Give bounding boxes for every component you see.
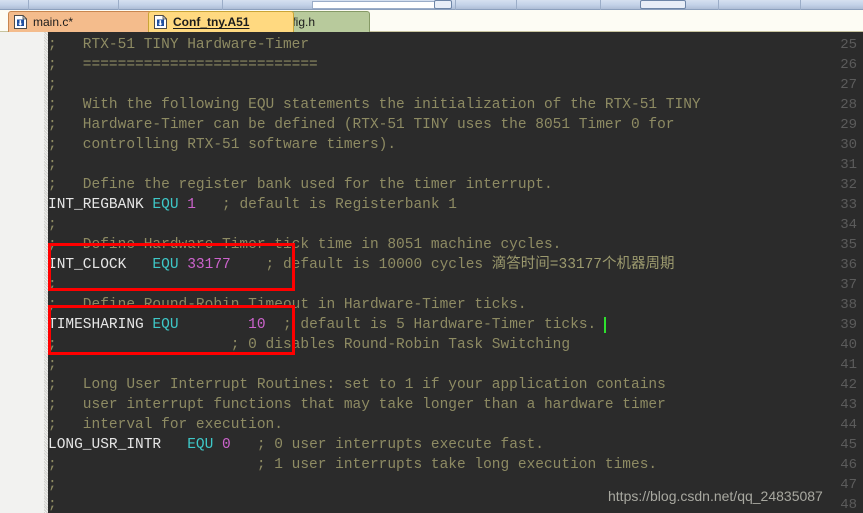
watermark-text: https://blog.csdn.net/qq_24835087	[608, 488, 823, 504]
code-token-comment: ; user interrupt functions that may take…	[48, 397, 666, 413]
code-token-comment: ; Define Hardware-Timer tick time in 805…	[48, 237, 562, 253]
code-token-comment: ; With the following EQU statements the …	[48, 97, 701, 113]
toolbar-separator	[455, 0, 456, 10]
code-token-comment: ; Long User Interrupt Routines: set to 1…	[48, 377, 666, 393]
code-line[interactable]: ; ===========================	[48, 55, 318, 75]
code-line[interactable]: ; Define Round-Robin Timeout in Hardware…	[48, 295, 527, 315]
code-token-comment: ;	[48, 277, 57, 293]
code-token-keyword: EQU	[152, 197, 179, 213]
code-token-number: 1	[187, 197, 196, 213]
code-line[interactable]: ; ; 0 disables Round-Robin Task Switchin…	[48, 335, 570, 355]
code-token-symbol: LONG_USR_INTR	[48, 437, 188, 453]
code-token-symbol: INT_REGBANK	[48, 197, 153, 213]
code-line[interactable]: ;	[48, 495, 57, 513]
code-line[interactable]: ;	[48, 75, 57, 95]
code-token-keyword: EQU	[152, 317, 179, 333]
toolbar-separator	[600, 0, 601, 10]
code-token-keyword: EQU	[187, 437, 214, 453]
code-token-keyword: EQU	[152, 257, 179, 273]
line-number-gutter	[0, 32, 44, 513]
code-token-comment: ; interval for execution.	[48, 417, 283, 433]
toolbar-dropdown-button[interactable]	[434, 0, 452, 9]
code-line[interactable]: ; Define the register bank used for the …	[48, 175, 553, 195]
code-line[interactable]: ; interval for execution.	[48, 415, 283, 435]
code-token-comment: ; Define Round-Robin Timeout in Hardware…	[48, 297, 527, 313]
code-token-chinese: 滴答时间=33177个机器周期	[491, 257, 675, 273]
code-token-number: 33177	[187, 257, 231, 273]
toolbar-strip	[0, 0, 863, 10]
code-token-comment: ;	[48, 77, 57, 93]
code-token-comment: ; 0 user interrupts execute fast.	[230, 437, 545, 453]
code-token-comment: ; default is 10000 cycles	[230, 257, 492, 273]
code-token-number: 0	[222, 437, 231, 453]
toolbar-separator	[222, 0, 223, 10]
code-token-comment: ;	[48, 357, 57, 373]
tab-conf-tny-a51[interactable]: Conf_tny.A51	[148, 11, 294, 32]
toolbar-separator	[800, 0, 801, 10]
code-line[interactable]: LONG_USR_INTR EQU 0 ; 0 user interrupts …	[48, 435, 544, 455]
code-line[interactable]: ; Define Hardware-Timer tick time in 805…	[48, 235, 561, 255]
code-token-comment: ; ; 1 user interrupts take long executio…	[48, 457, 658, 473]
code-line[interactable]: ;	[48, 275, 57, 295]
code-line[interactable]: ; ; 1 user interrupts take long executio…	[48, 455, 657, 475]
tab-label: Conf_tny.A51	[173, 15, 250, 29]
code-token-symbol: TIMESHARING	[48, 317, 153, 333]
code-token-comment: ; ===========================	[48, 57, 318, 73]
assembly-source-file-icon	[154, 14, 168, 29]
toolbar-separator	[28, 0, 29, 10]
code-line[interactable]: INT_CLOCK EQU 33177 ; default is 10000 c…	[48, 255, 675, 275]
code-token-comment: ; Define the register bank used for the …	[48, 177, 553, 193]
code-line[interactable]: ;	[48, 355, 57, 375]
code-line[interactable]: ;	[48, 475, 57, 495]
tab-main-c[interactable]: main.c*	[8, 11, 170, 32]
code-line[interactable]: ;	[48, 155, 57, 175]
code-line[interactable]: ; Hardware-Timer can be defined (RTX-51 …	[48, 115, 675, 135]
code-token-comment: ; default is 5 Hardware-Timer ticks.	[265, 317, 597, 333]
code-token-comment: ;	[48, 497, 57, 513]
code-token-comment: ;	[48, 157, 57, 173]
text-caret	[604, 317, 606, 333]
toolbar-separator	[118, 0, 119, 10]
toolbar-combo-box[interactable]	[640, 0, 686, 9]
toolbar-separator	[516, 0, 517, 10]
code-token-comment: ; ; 0 disables Round-Robin Task Switchin…	[48, 337, 571, 353]
code-token-comment: ;	[48, 217, 57, 233]
code-token-symbol: INT_CLOCK	[48, 257, 153, 273]
code-token-number: 10	[248, 317, 266, 333]
code-line[interactable]: ; controlling RTX-51 software timers).	[48, 135, 396, 155]
code-line[interactable]: ; With the following EQU statements the …	[48, 95, 701, 115]
code-line[interactable]: ; RTX-51 TINY Hardware-Timer	[48, 35, 309, 55]
toolbar-separator	[718, 0, 719, 10]
code-line[interactable]: TIMESHARING EQU 10 ; default is 5 Hardwa…	[48, 315, 596, 335]
code-line[interactable]: INT_REGBANK EQU 1 ; default is Registerb…	[48, 195, 457, 215]
c-source-file-icon	[14, 14, 28, 29]
code-token-comment: ; controlling RTX-51 software timers).	[48, 137, 397, 153]
code-editor-window: main.c* Conf_tny.A51 config.h 25 26 27 2…	[0, 0, 863, 513]
code-editor-area[interactable]: 25 26 27 28 29 30 31 32 33 34 35 36 37 38 39 40 41 42 43 44…	[0, 32, 863, 513]
code-text[interactable]: ; RTX-51 TINY Hardware-Timer ; ==========…	[48, 32, 863, 513]
code-line[interactable]: ; user interrupt functions that may take…	[48, 395, 666, 415]
tab-label: main.c*	[33, 15, 74, 29]
code-line[interactable]: ; Long User Interrupt Routines: set to 1…	[48, 375, 666, 395]
editor-tab-bar: main.c* Conf_tny.A51 config.h	[0, 10, 863, 32]
code-line[interactable]: ;	[48, 215, 57, 235]
code-token-comment: ; RTX-51 TINY Hardware-Timer	[48, 37, 310, 53]
code-token-comment: ;	[48, 477, 57, 493]
code-token-comment: ; Hardware-Timer can be defined (RTX-51 …	[48, 117, 675, 133]
toolbar-field[interactable]	[312, 1, 450, 9]
code-token-comment: ; default is Registerbank 1	[195, 197, 457, 213]
